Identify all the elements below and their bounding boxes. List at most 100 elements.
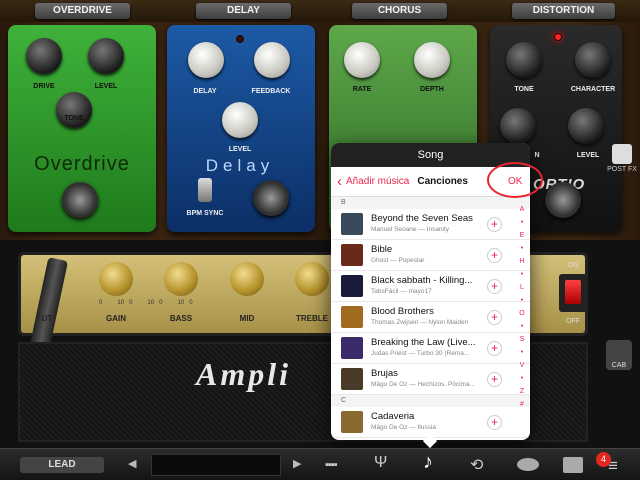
loop-icon[interactable]: ⟲ [470, 455, 483, 475]
index-letter[interactable]: • [515, 216, 529, 229]
song-row[interactable]: Cadaveria Mägo De Oz — Ilussia + [331, 407, 530, 438]
index-letter[interactable]: • [515, 320, 529, 333]
index-letter[interactable]: A [515, 203, 529, 216]
index-letter[interactable]: • [515, 242, 529, 255]
delay-level-label: LEVEL [228, 146, 252, 153]
song-title: Blood Brothers [371, 306, 434, 317]
album-art [341, 411, 363, 433]
song-title: Breaking the Law (Live... [371, 337, 476, 348]
distortion-footswitch[interactable] [545, 182, 581, 218]
feedback-label: FEEDBACK [251, 88, 291, 95]
section-header-b: B [331, 197, 530, 209]
index-letter[interactable]: • [515, 268, 529, 281]
rate-knob[interactable] [344, 42, 380, 78]
add-song-button[interactable]: + [487, 372, 502, 387]
album-art [341, 337, 363, 359]
song-row[interactable]: Brujas Mägo De Oz — Hechizos, Pócima... … [331, 364, 530, 395]
index-letter[interactable]: # [515, 398, 529, 411]
drive-label: DRIVE [33, 83, 55, 90]
switch-off-label: OFF [566, 318, 580, 325]
add-song-button[interactable]: + [487, 310, 502, 325]
distortion-tone-label: TONE [514, 86, 534, 93]
level-knob[interactable] [88, 38, 124, 74]
tab-chorus[interactable]: CHORUS [352, 3, 447, 19]
tab-delay[interactable]: DELAY [196, 3, 291, 19]
pedalboard-icon[interactable]: ▪▪▪▪ [325, 459, 338, 471]
next-preset-icon[interactable]: ▶ [293, 457, 301, 470]
distortion-level-knob[interactable] [568, 108, 604, 144]
switch-on-label: ON [567, 262, 579, 269]
song-music-note-icon[interactable]: ♪ [423, 451, 433, 474]
bpm-sync-toggle[interactable] [198, 178, 212, 202]
album-art [341, 275, 363, 297]
overdrive-name: Overdrive [34, 153, 130, 175]
index-letter[interactable]: L [515, 281, 529, 294]
index-letter[interactable]: E [515, 229, 529, 242]
distortion-tone-knob[interactable] [506, 42, 542, 78]
tuner-display [151, 454, 281, 476]
index-letter[interactable]: Z [515, 385, 529, 398]
popup-section-title: Canciones [417, 176, 468, 187]
song-artist-album: Manuel Seoane — Insanity [371, 226, 450, 233]
bass-knob[interactable] [164, 262, 198, 296]
ok-highlight-circle [487, 162, 543, 198]
song-row[interactable]: Bible Ghost — Popestar + [331, 240, 530, 271]
index-letter[interactable]: V [515, 359, 529, 372]
delay-time-knob[interactable] [188, 42, 224, 78]
index-letter[interactable]: O [515, 307, 529, 320]
add-song-button[interactable]: + [487, 341, 502, 356]
song-row[interactable]: Beyond the Seven Seas Manuel Seoane — In… [331, 209, 530, 240]
prev-preset-icon[interactable]: ◀ [128, 457, 136, 470]
character-knob[interactable] [575, 42, 611, 78]
pedal-tab-bar: OVERDRIVE DELAY CHORUS DISTORTION [0, 0, 640, 22]
treble-knob[interactable] [295, 262, 329, 296]
song-artist-album: Mägo De Oz — Hechizos, Pócima... [371, 381, 476, 388]
tab-overdrive[interactable]: OVERDRIVE [35, 3, 130, 19]
add-song-button[interactable]: + [487, 415, 502, 430]
mid-knob[interactable] [230, 262, 264, 296]
power-switch[interactable] [559, 274, 587, 312]
tuner-fork-icon[interactable]: Ψ [374, 454, 387, 472]
index-letter[interactable]: H [515, 255, 529, 268]
treble-label: TREBLE [296, 314, 328, 323]
index-letter[interactable]: • [515, 346, 529, 359]
song-row[interactable]: Blood Brothers Thomas Zwijsen — Nylon Ma… [331, 302, 530, 333]
tab-distortion[interactable]: DISTORTION [512, 3, 615, 19]
drive-knob[interactable] [26, 38, 62, 74]
song-title: Bible [371, 244, 393, 255]
alphabet-index[interactable]: A • E • H • L • O • S • V • Z # [515, 203, 529, 411]
song-row[interactable]: Breaking the Law (Live... Judas Priest —… [331, 333, 530, 364]
index-letter[interactable]: • [515, 294, 529, 307]
amp-out-label: UT [41, 314, 53, 323]
power-switch-rocker [565, 280, 581, 304]
gain-knob[interactable] [99, 262, 133, 296]
add-song-button[interactable]: + [487, 279, 502, 294]
back-chevron-icon[interactable]: ‹ [337, 173, 342, 190]
distortion-gain-knob[interactable] [500, 108, 536, 144]
index-letter[interactable]: • [515, 372, 529, 385]
post-fx-icon[interactable] [612, 144, 632, 164]
character-label: CHARACTER [570, 86, 616, 93]
delay-level-knob[interactable] [222, 102, 258, 138]
index-letter[interactable]: S [515, 333, 529, 346]
feedback-knob[interactable] [254, 42, 290, 78]
depth-knob[interactable] [414, 42, 450, 78]
drum-icon[interactable] [517, 458, 539, 471]
back-button[interactable]: Añadir música [346, 176, 409, 187]
recorder-icon[interactable] [563, 457, 583, 473]
song-title: Brujas [371, 368, 398, 379]
song-artist-album: Judas Priest — Turbo 30 (Rema... [371, 350, 470, 357]
add-song-button[interactable]: + [487, 217, 502, 232]
depth-label: DEPTH [420, 86, 444, 93]
delay-footswitch[interactable] [253, 180, 289, 216]
tone-knob[interactable] [56, 92, 92, 128]
gain-label: GAIN [106, 314, 126, 323]
album-art [341, 244, 363, 266]
tone-label: TONE [64, 115, 84, 122]
overdrive-footswitch[interactable] [62, 182, 98, 218]
preset-name[interactable]: LEAD [20, 457, 104, 473]
add-song-button[interactable]: + [487, 248, 502, 263]
song-row[interactable]: Black sabbath - Killing... TabsFácil — m… [331, 271, 530, 302]
distortion-led [554, 33, 562, 41]
song-artist-album: Thomas Zwijsen — Nylon Maiden [371, 319, 469, 326]
